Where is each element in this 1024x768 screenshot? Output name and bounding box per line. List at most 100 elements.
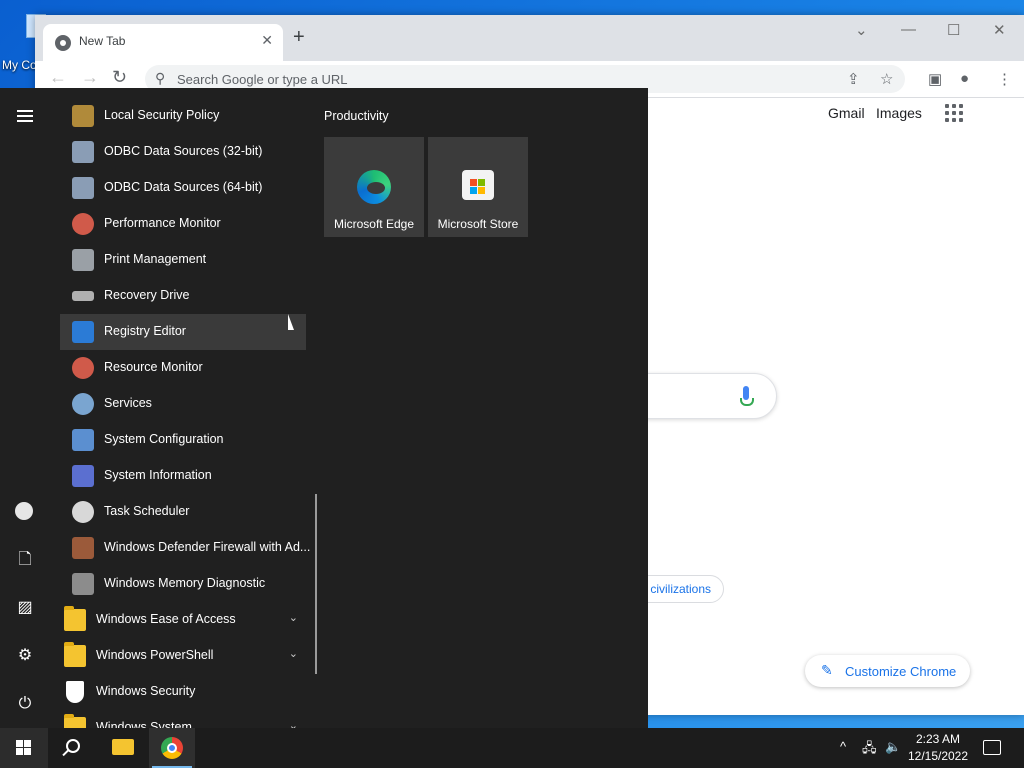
- documents-icon[interactable]: 🗋: [10, 545, 40, 575]
- system-configuration-icon: [72, 429, 94, 451]
- app-item-odbc-32[interactable]: ODBC Data Sources (32-bit): [60, 134, 306, 170]
- app-label: ODBC Data Sources (64-bit): [104, 180, 263, 194]
- tab-strip: New Tab ✕ + ⌄ — ☐ ✕: [35, 15, 1024, 61]
- side-panel-icon[interactable]: ▣: [928, 70, 942, 88]
- app-label: Performance Monitor: [104, 216, 221, 230]
- maximize-button[interactable]: ☐: [947, 21, 960, 39]
- security-policy-icon: [72, 105, 94, 127]
- taskbar-clock[interactable]: 2:23 AM 12/15/2022: [904, 731, 972, 765]
- app-list-scrollbar[interactable]: [315, 494, 317, 674]
- notification-center-icon[interactable]: [983, 740, 1001, 755]
- tab-title: New Tab: [79, 34, 126, 48]
- taskbar-file-explorer[interactable]: [100, 728, 146, 768]
- close-window-button[interactable]: ✕: [993, 21, 1006, 39]
- clock-date: 12/15/2022: [907, 749, 969, 763]
- google-apps-grid-icon[interactable]: [945, 104, 963, 122]
- app-item-local-security-policy[interactable]: Local Security Policy: [60, 98, 306, 134]
- app-label: Services: [104, 396, 152, 410]
- app-label: Windows Memory Diagnostic: [104, 576, 266, 590]
- taskbar: ^ 🖧 🔈 2:23 AM 12/15/2022: [0, 728, 1024, 768]
- taskbar-search-button[interactable]: [50, 728, 96, 768]
- app-label: Print Management: [104, 252, 207, 266]
- folder-label: Windows Ease of Access: [96, 612, 236, 626]
- app-item-system-configuration[interactable]: System Configuration: [60, 422, 306, 458]
- volume-icon[interactable]: 🔈: [885, 739, 901, 755]
- folder-windows-ease-of-access[interactable]: Windows Ease of Access ⌄: [60, 602, 306, 638]
- start-menu: 🗋 ▨ ⚙ ⏻ Local Security Policy ODBC Data …: [0, 88, 648, 728]
- customize-chrome-button[interactable]: ✎ Customize Chrome: [805, 655, 970, 687]
- folder-icon: [112, 739, 134, 755]
- tab-new-tab[interactable]: New Tab ✕: [43, 24, 283, 61]
- services-gear-icon: [72, 393, 94, 415]
- hamburger-menu-icon[interactable]: [10, 101, 40, 131]
- profile-avatar-icon[interactable]: ●: [960, 70, 969, 87]
- folder-label: Windows PowerShell: [96, 648, 214, 662]
- folder-label: Windows System: [96, 720, 192, 728]
- pencil-icon: ✎: [821, 662, 833, 678]
- show-hidden-icons-chevron-icon[interactable]: ^: [840, 739, 846, 754]
- productivity-group-title: Productivity: [324, 109, 389, 123]
- folder-icon: [64, 606, 86, 631]
- app-item-task-scheduler[interactable]: Task Scheduler: [60, 494, 306, 530]
- back-arrow-icon[interactable]: ←: [49, 67, 67, 88]
- images-link[interactable]: Images: [876, 105, 922, 121]
- start-button[interactable]: [0, 728, 48, 768]
- microphone-icon[interactable]: [740, 386, 754, 406]
- taskbar-chrome[interactable]: [149, 728, 195, 768]
- chevron-down-icon: ⌄: [288, 648, 298, 660]
- app-item-windows-security[interactable]: Windows Security: [60, 674, 306, 710]
- network-icon[interactable]: 🖧: [862, 739, 877, 761]
- search-icon: ⚲: [155, 70, 166, 86]
- app-item-windows-memory-diagnostic[interactable]: Windows Memory Diagnostic: [60, 566, 306, 602]
- performance-monitor-icon: [72, 213, 94, 235]
- app-item-print-management[interactable]: Print Management: [60, 242, 306, 278]
- chrome-menu-icon[interactable]: ⋮: [997, 70, 1012, 88]
- clock-time: 2:23 AM: [915, 732, 961, 746]
- app-item-resource-monitor[interactable]: Resource Monitor: [60, 350, 306, 386]
- app-label: ODBC Data Sources (32-bit): [104, 144, 263, 158]
- forward-arrow-icon[interactable]: →: [81, 67, 99, 88]
- app-list: Local Security Policy ODBC Data Sources …: [60, 88, 310, 728]
- shield-icon: [66, 681, 84, 703]
- folder-icon: [64, 714, 86, 728]
- registry-editor-icon: [72, 321, 94, 343]
- tab-close-icon[interactable]: ✕: [261, 32, 273, 49]
- app-label: Windows Defender Firewall with Ad...: [104, 540, 310, 554]
- my-computer-desktop-icon[interactable]: My Co: [0, 8, 46, 78]
- tile-microsoft-store[interactable]: Microsoft Store: [428, 137, 528, 237]
- app-item-recovery-drive[interactable]: Recovery Drive: [60, 278, 306, 314]
- folder-windows-system[interactable]: Windows System ⌄: [60, 710, 306, 728]
- user-account-icon[interactable]: [10, 497, 40, 527]
- odbc-icon: [72, 177, 94, 199]
- task-scheduler-icon: [72, 501, 94, 523]
- bookmark-star-icon[interactable]: ☆: [880, 70, 893, 88]
- chevron-down-icon: ⌄: [288, 720, 298, 728]
- tab-search-chevron-icon[interactable]: ⌄: [855, 21, 868, 39]
- folder-windows-powershell[interactable]: Windows PowerShell ⌄: [60, 638, 306, 674]
- tile-microsoft-edge[interactable]: Microsoft Edge: [324, 137, 424, 237]
- app-item-odbc-64[interactable]: ODBC Data Sources (64-bit): [60, 170, 306, 206]
- app-item-performance-monitor[interactable]: Performance Monitor: [60, 206, 306, 242]
- print-management-icon: [72, 249, 94, 271]
- app-label: System Configuration: [104, 432, 224, 446]
- reload-icon[interactable]: ↻: [112, 67, 127, 88]
- firewall-icon: [72, 537, 94, 559]
- app-item-windows-defender-firewall[interactable]: Windows Defender Firewall with Ad...: [60, 530, 310, 566]
- app-item-registry-editor[interactable]: Registry Editor: [60, 314, 306, 350]
- app-label: Resource Monitor: [104, 360, 203, 374]
- app-item-system-information[interactable]: System Information: [60, 458, 306, 494]
- pictures-icon[interactable]: ▨: [10, 593, 40, 623]
- search-icon: [66, 739, 80, 753]
- tile-label: Microsoft Edge: [333, 217, 415, 231]
- tile-label: Microsoft Store: [437, 217, 519, 231]
- new-tab-button[interactable]: +: [293, 27, 305, 47]
- settings-gear-icon[interactable]: ⚙: [10, 641, 40, 671]
- desktop-icon-label: My Co: [2, 58, 37, 72]
- app-label: Registry Editor: [104, 324, 186, 338]
- gmail-link[interactable]: Gmail: [828, 105, 865, 121]
- power-icon[interactable]: ⏻: [10, 689, 40, 719]
- minimize-button[interactable]: —: [901, 21, 916, 38]
- share-icon[interactable]: ⇪: [847, 70, 860, 88]
- edge-icon: [357, 170, 391, 204]
- app-item-services[interactable]: Services: [60, 386, 306, 422]
